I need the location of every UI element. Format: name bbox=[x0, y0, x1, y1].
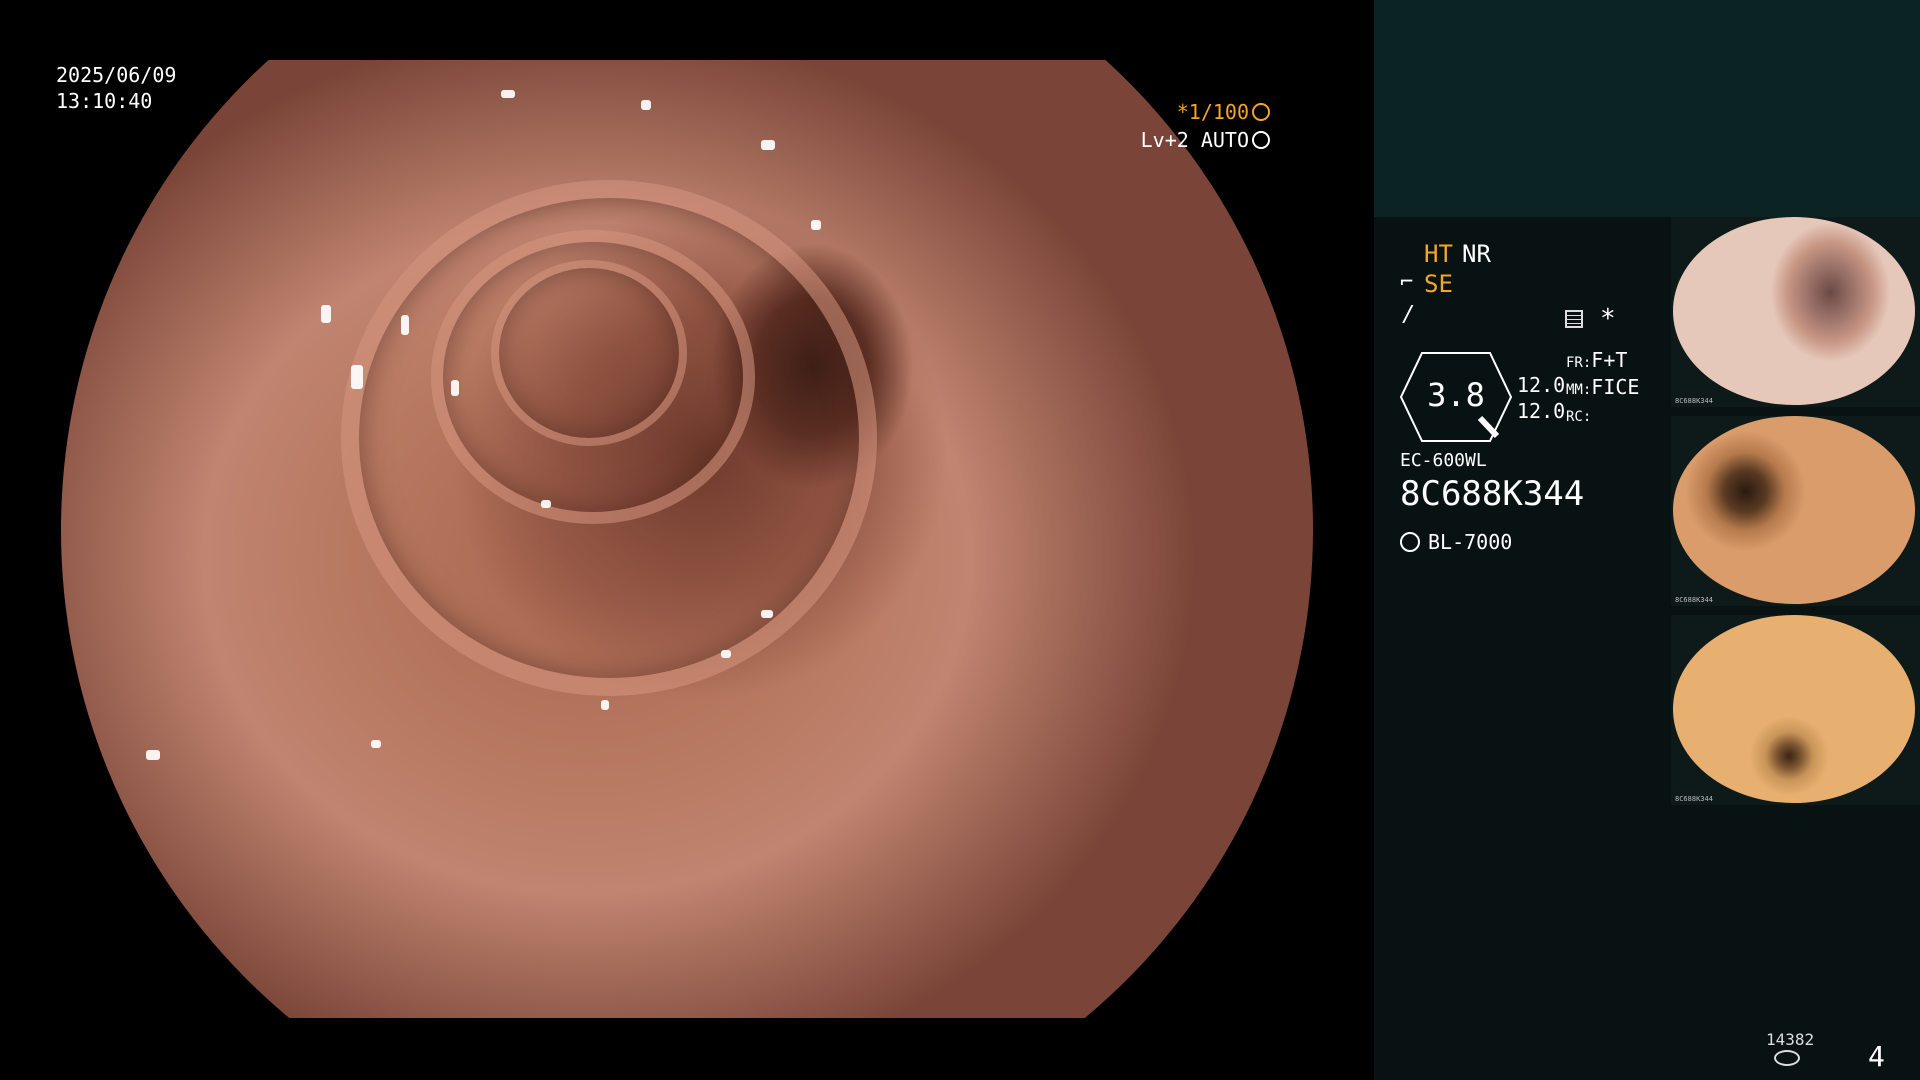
light-reflection bbox=[401, 315, 409, 335]
level-label: Lv+2 AUTO bbox=[1140, 128, 1249, 152]
star-icon: * bbox=[1600, 304, 1616, 334]
zoom-b: 12.0 bbox=[1517, 399, 1566, 423]
light-reflection bbox=[761, 610, 773, 618]
light-reflection bbox=[811, 220, 821, 230]
thumbnail-caption: 8C688K344 bbox=[1675, 795, 1713, 803]
disk-count: 14382 bbox=[1766, 1030, 1815, 1049]
mm-value: FICE bbox=[1591, 375, 1640, 399]
light-source-label: BL-7000 bbox=[1428, 530, 1513, 554]
zoom-indicator: 3.8 bbox=[1400, 352, 1512, 442]
light-reflection bbox=[761, 140, 775, 150]
fr-label: FR: bbox=[1566, 355, 1592, 371]
light-reflection bbox=[371, 740, 381, 748]
shutter-value: *1/100 bbox=[1176, 100, 1249, 124]
light-reflection bbox=[541, 500, 551, 508]
rc-label: RC: bbox=[1566, 409, 1592, 425]
thumbnail-caption: 8C688K344 bbox=[1675, 596, 1713, 604]
se-icon: ⌐ bbox=[1400, 270, 1414, 295]
captured-thumbnail[interactable]: 8C688K344 bbox=[1671, 217, 1920, 407]
datetime-overlay: 2025/06/09 13:10:40 bbox=[56, 62, 176, 114]
zoom-a: 12.0 bbox=[1517, 373, 1566, 397]
scope-model: EC-600WL bbox=[1400, 450, 1487, 471]
captured-thumbnail[interactable]: 8C688K344 bbox=[1671, 615, 1920, 805]
scope-serial: 8C688K344 bbox=[1400, 474, 1585, 514]
fr-value: F+T bbox=[1591, 348, 1628, 372]
auto-ring-icon bbox=[1252, 131, 1270, 149]
thumbnail-caption: 8C688K344 bbox=[1675, 397, 1713, 405]
zoom-numbers: 12.0 12.0 bbox=[1517, 372, 1565, 424]
time-label: 13:10:40 bbox=[56, 89, 153, 113]
light-reflection bbox=[146, 750, 160, 760]
endoscope-image bbox=[61, 60, 1313, 1018]
menu-icon bbox=[1565, 310, 1583, 328]
light-reflection bbox=[601, 700, 609, 710]
disk-icon bbox=[1774, 1050, 1800, 1066]
panel-header-area bbox=[1374, 0, 1920, 217]
date-label: 2025/06/09 bbox=[56, 63, 177, 87]
light-reflection bbox=[321, 305, 331, 323]
light-reflection bbox=[451, 380, 459, 396]
light-reflection bbox=[351, 365, 363, 389]
exposure-info: *1/100 Lv+2 AUTO bbox=[1141, 98, 1270, 154]
mm-label: MM: bbox=[1566, 382, 1592, 398]
ht-label: HT bbox=[1424, 240, 1453, 268]
light-reflection bbox=[721, 650, 731, 658]
nr-label: NR bbox=[1462, 240, 1491, 268]
shutter-wheel-icon bbox=[1252, 103, 1270, 121]
sun-icon bbox=[1400, 532, 1420, 552]
light-reflection bbox=[641, 100, 651, 110]
captured-thumbnail[interactable]: 8C688K344 bbox=[1671, 416, 1920, 606]
page-number: 4 bbox=[1868, 1040, 1885, 1073]
mucosa-fold bbox=[491, 260, 687, 446]
light-source: BL-7000 bbox=[1400, 530, 1512, 554]
slash-icon: ∕ bbox=[1402, 302, 1416, 327]
se-label: SE bbox=[1424, 270, 1453, 298]
light-reflection bbox=[501, 90, 515, 98]
mode-list: FR:F+T MM:FICE RC: bbox=[1566, 348, 1639, 429]
zoom-value: 3.8 bbox=[1427, 376, 1485, 414]
